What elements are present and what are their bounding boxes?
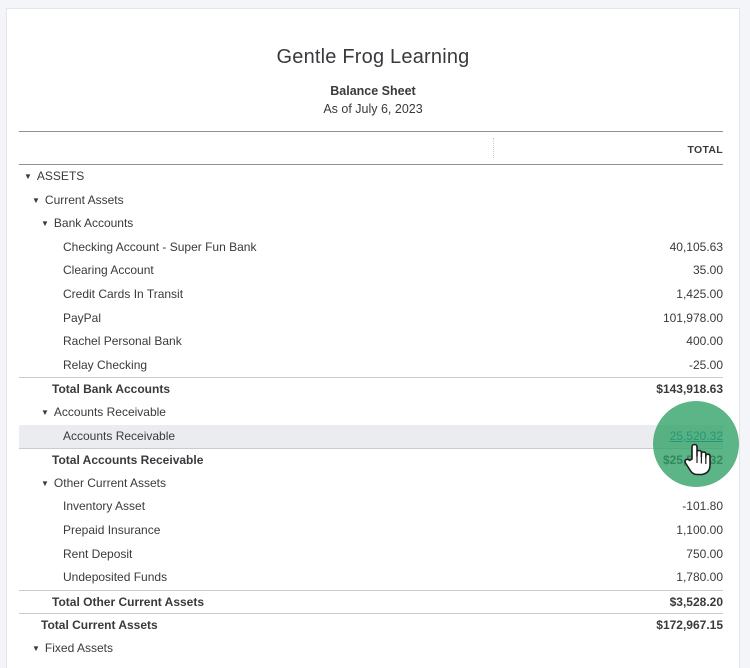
row-label-text: Accounts Receivable [63,428,176,443]
caret-down-icon[interactable]: ▼ [24,165,32,189]
row-label-text: Credit Cards In Transit [63,286,184,301]
account-row-checking-account-super-fun-bank[interactable]: Checking Account - Super Fun Bank 40,105.… [19,236,723,260]
column-divider [493,138,494,158]
account-row-inventory-asset[interactable]: Inventory Asset -101.80 [19,495,723,519]
caret-down-icon[interactable]: ▼ [32,637,40,661]
section-row-accounts-receivable[interactable]: ▼ Accounts Receivable [19,401,723,425]
caret-down-icon[interactable]: ▼ [32,189,40,213]
row-amount[interactable]: 40,105.63 [670,236,723,260]
row-amount[interactable]: 1,425.00 [676,283,723,307]
row-amount: $143,918.63 [656,382,723,397]
section-row-other-current-assets[interactable]: ▼ Other Current Assets [19,472,723,496]
row-label: PayPal [63,307,101,331]
row-label-text: Bank Accounts [53,216,134,231]
row-amount[interactable]: 101,978.00 [663,307,723,331]
row-amount[interactable]: 1,780.00 [676,566,723,590]
row-label-text: Undeposited Funds [63,570,168,585]
row-label-text: Total Accounts Receivable [52,453,204,468]
row-amount[interactable]: 25,520.32 [670,425,723,449]
column-header-total[interactable]: TOTAL [687,144,723,156]
row-label: Inventory Asset [63,495,145,519]
row-label-text: Clearing Account [63,263,154,278]
row-label-text: Rachel Personal Bank [63,334,182,349]
total-row-total-other-current-assets: Total Other Current Assets $3,528.20 [19,589,723,615]
row-amount[interactable]: 750.00 [686,543,723,567]
account-row-undeposited-funds[interactable]: Undeposited Funds 1,780.00 [19,566,723,590]
row-label-text: Inventory Asset [63,499,146,514]
row-label: Accounts Receivable [63,425,175,449]
row-label-text: Current Assets [44,192,124,207]
row-label-text: Fixed Assets [44,640,113,655]
row-amount[interactable]: 35.00 [693,259,723,283]
row-label-text: Prepaid Insurance [63,522,161,537]
account-row-paypal[interactable]: PayPal 101,978.00 [19,307,723,331]
report-date: As of July 6, 2023 [323,102,423,116]
row-amount: $172,967.15 [656,618,723,633]
row-label: ▼ ASSETS [24,165,84,189]
caret-down-icon[interactable]: ▼ [41,212,49,236]
column-header-row: TOTAL [19,131,723,165]
row-label: Checking Account - Super Fun Bank [63,236,256,260]
row-amount: $3,528.20 [669,594,723,609]
company-name: Gentle Frog Learning [276,46,470,68]
caret-down-icon[interactable]: ▼ [41,472,49,496]
report-rows: ▼ ASSETS ▼ Current Assets ▼ Bank Accounts Chec… [19,165,723,660]
account-row-credit-cards-in-transit[interactable]: Credit Cards In Transit 1,425.00 [19,283,723,307]
account-row-prepaid-insurance[interactable]: Prepaid Insurance 1,100.00 [19,519,723,543]
row-label: Total Other Current Assets [52,591,204,615]
row-amount[interactable]: -101.80 [682,495,723,519]
row-label: ▼ Fixed Assets [32,637,113,661]
row-label-text: Checking Account - Super Fun Bank [63,239,257,254]
row-label: Relay Checking [63,354,147,378]
row-label: Credit Cards In Transit [63,283,183,307]
row-label: ▼ Accounts Receivable [41,401,166,425]
row-label: Total Accounts Receivable [52,449,203,473]
row-label-text: Relay Checking [63,357,148,372]
section-row-bank-accounts[interactable]: ▼ Bank Accounts [19,212,723,236]
row-label-text: Accounts Receivable [53,404,166,419]
row-amount: $25,520.32 [662,453,723,468]
row-label: ▼ Current Assets [32,189,124,213]
row-label: ▼ Bank Accounts [41,212,133,236]
caret-down-icon[interactable]: ▼ [41,401,49,425]
account-row-relay-checking[interactable]: Relay Checking -25.00 [19,354,723,378]
row-label: Rent Deposit [63,543,132,567]
row-label-text: Total Other Current Assets [52,594,205,609]
row-label-text: PayPal [63,310,102,325]
row-label: Undeposited Funds [63,566,167,590]
section-row-current-assets[interactable]: ▼ Current Assets [19,189,723,213]
account-row-rachel-personal-bank[interactable]: Rachel Personal Bank 400.00 [19,330,723,354]
row-label-text: Total Current Assets [41,618,158,633]
total-row-total-accounts-receivable: Total Accounts Receivable $25,520.32 [19,448,723,472]
row-label: ▼ Other Current Assets [41,472,166,496]
row-amount[interactable]: 400.00 [686,330,723,354]
row-label: Total Current Assets [41,614,158,638]
row-label: Total Bank Accounts [52,378,170,402]
balance-sheet-table: TOTAL ▼ ASSETS ▼ Current Assets ▼ Bank Accoun… [19,131,723,660]
total-row-total-current-assets: Total Current Assets $172,967.15 [19,613,723,637]
account-row-clearing-account[interactable]: Clearing Account 35.00 [19,259,723,283]
row-label: Prepaid Insurance [63,519,160,543]
row-label-text: ASSETS [36,169,85,183]
report-sheet: Gentle Frog Learning Balance Sheet As of… [6,8,740,668]
row-label-text: Rent Deposit [63,546,133,561]
account-row-rent-deposit[interactable]: Rent Deposit 750.00 [19,543,723,567]
total-row-total-bank-accounts: Total Bank Accounts $143,918.63 [19,377,723,401]
row-label: Rachel Personal Bank [63,330,182,354]
report-title: Balance Sheet [330,84,416,98]
row-amount[interactable]: 1,100.00 [676,519,723,543]
row-label-text: Other Current Assets [53,475,166,490]
section-row-assets[interactable]: ▼ ASSETS [19,165,723,189]
row-label: Clearing Account [63,259,154,283]
account-row-accounts-receivable[interactable]: Accounts Receivable 25,520.32 [19,424,723,449]
row-amount[interactable]: -25.00 [689,354,723,378]
row-label-text: Total Bank Accounts [52,382,171,397]
section-row-fixed-assets[interactable]: ▼ Fixed Assets [19,637,723,661]
